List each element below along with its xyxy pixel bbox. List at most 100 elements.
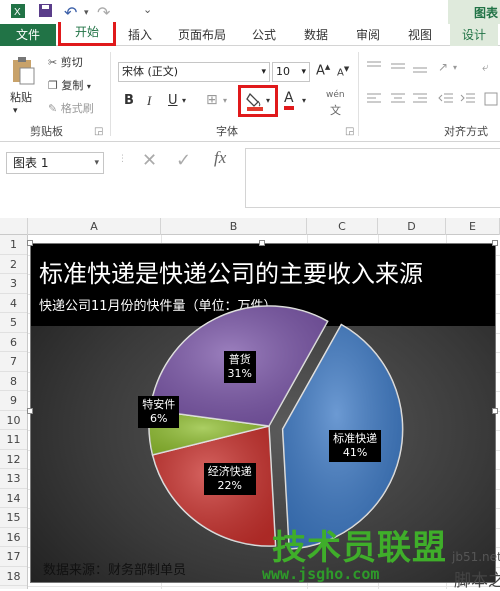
font-name-select[interactable]: 宋体 (正文) ▾ — [118, 62, 270, 82]
row-header[interactable]: 14 — [0, 489, 27, 508]
format-painter-button[interactable]: ✎ 格式刷 — [48, 100, 94, 116]
top-align-icon[interactable] — [366, 60, 382, 77]
align-center-icon[interactable] — [390, 92, 406, 109]
font-color-dropdown-icon[interactable]: ▾ — [302, 96, 306, 105]
row-header[interactable]: 2 — [0, 255, 27, 274]
bold-button[interactable]: B — [124, 93, 134, 108]
row-header[interactable]: 12 — [0, 450, 27, 469]
data-label[interactable]: 普货 31% — [223, 350, 256, 383]
undo-icon[interactable]: ↶ — [64, 3, 77, 22]
copy-button[interactable]: ❐ 复制 ▾ — [48, 77, 91, 93]
tab-review[interactable]: 审阅 — [350, 24, 386, 46]
row-header[interactable]: 4 — [0, 294, 27, 313]
column-header-d[interactable]: D — [378, 218, 446, 235]
row-header[interactable]: 7 — [0, 352, 27, 372]
row-header[interactable]: 5 — [0, 313, 27, 333]
paste-dropdown-icon[interactable]: ▾ — [13, 106, 18, 116]
merge-center-icon[interactable] — [484, 92, 498, 109]
font-launcher-icon[interactable]: ◲ — [345, 126, 354, 137]
undo-dropdown-icon[interactable]: ▾ — [84, 8, 89, 18]
row-header[interactable]: 17 — [0, 547, 27, 567]
italic-button[interactable]: I — [147, 93, 151, 109]
chart-resize-handle[interactable] — [492, 408, 498, 414]
paste-icon[interactable] — [10, 56, 36, 89]
font-size-value: 10 — [276, 65, 290, 78]
row-header[interactable]: 13 — [0, 469, 27, 489]
fill-color-dropdown-icon[interactable]: ▾ — [266, 96, 270, 105]
middle-align-icon[interactable] — [390, 60, 406, 77]
chart-resize-handle[interactable] — [27, 408, 33, 414]
save-icon[interactable] — [38, 3, 53, 22]
align-left-icon[interactable] — [366, 92, 382, 109]
tab-insert[interactable]: 插入 — [122, 24, 158, 46]
data-label-category: 特安件 — [142, 398, 176, 412]
redo-icon[interactable]: ↷ — [97, 3, 110, 22]
row-header[interactable]: 1 — [0, 235, 27, 255]
orientation-dropdown-icon[interactable]: ▾ — [453, 63, 457, 72]
column-header-e[interactable]: E — [446, 218, 500, 235]
enter-icon[interactable]: ✓ — [176, 150, 191, 171]
data-label[interactable]: 标准快递 41% — [329, 429, 382, 462]
tab-file[interactable]: 文件 — [0, 24, 56, 46]
data-label[interactable]: 特安件 6% — [138, 396, 180, 429]
name-box[interactable]: 图表 1 ▾ — [6, 152, 104, 174]
tab-home[interactable]: 开始 — [58, 22, 116, 46]
clipboard-launcher-icon[interactable]: ◲ — [94, 126, 103, 137]
font-group-label: 字体 — [216, 125, 238, 138]
tab-design[interactable]: 设计 — [450, 24, 498, 46]
increase-indent-icon[interactable] — [460, 92, 476, 109]
cut-button[interactable]: ✂ 剪切 — [48, 54, 83, 70]
row-header[interactable]: 18 — [0, 567, 27, 586]
row-header[interactable]: 16 — [0, 528, 27, 547]
orientation-icon[interactable]: ↗ — [438, 60, 448, 74]
tab-view[interactable]: 视图 — [402, 24, 438, 46]
font-color-button[interactable]: A — [284, 91, 294, 110]
insert-function-icon[interactable]: fx — [214, 148, 226, 168]
formula-bar-grip-icon[interactable]: ⋮ — [118, 154, 127, 164]
row-header[interactable]: 11 — [0, 430, 27, 450]
customize-qat-icon[interactable]: ⌄ — [143, 3, 152, 16]
column-header-c[interactable]: C — [307, 218, 378, 235]
wrap-text-icon[interactable]: ⤶ — [482, 60, 489, 75]
row-header[interactable]: 8 — [0, 372, 27, 391]
chart-resize-handle[interactable] — [259, 240, 265, 246]
brush-icon: ✎ — [48, 102, 58, 115]
row-header[interactable]: 10 — [0, 411, 27, 430]
borders-icon[interactable]: ⊞ — [206, 92, 218, 108]
row-header[interactable]: 15 — [0, 508, 27, 528]
align-right-icon[interactable] — [412, 92, 428, 109]
tab-data[interactable]: 数据 — [298, 24, 334, 46]
column-header-b[interactable]: B — [161, 218, 307, 235]
data-label-category: 标准快递 — [333, 431, 378, 445]
decrease-indent-icon[interactable] — [438, 92, 454, 109]
row-header[interactable]: 3 — [0, 274, 27, 294]
select-all-corner[interactable] — [0, 218, 28, 235]
fill-color-bucket-icon[interactable] — [246, 90, 264, 115]
font-size-select[interactable]: 10 ▾ — [272, 62, 310, 82]
row-header[interactable]: 9 — [0, 391, 27, 411]
data-label-percent: 31% — [227, 366, 252, 380]
row-header[interactable]: 6 — [0, 333, 27, 352]
watermark-site-name: 脚本之家 — [454, 571, 500, 591]
phonetic-guide-button[interactable]: wén — [326, 90, 345, 100]
underline-button[interactable]: U — [168, 93, 178, 108]
chart-resize-handle[interactable] — [27, 240, 33, 246]
chart-resize-handle[interactable] — [492, 240, 498, 246]
shrink-font-button[interactable]: A▼ — [337, 65, 349, 78]
column-header-a[interactable]: A — [28, 218, 161, 235]
cancel-icon[interactable]: ✕ — [142, 150, 157, 171]
tab-page-layout[interactable]: 页面布局 — [174, 24, 230, 46]
tab-formulas[interactable]: 公式 — [246, 24, 282, 46]
borders-dropdown-icon[interactable]: ▾ — [223, 96, 227, 105]
underline-dropdown-icon[interactable]: ▾ — [182, 96, 186, 105]
copy-icon: ❐ — [48, 79, 58, 92]
watermark-site: jb51.net — [452, 550, 500, 564]
paste-button-label[interactable]: 粘贴 — [10, 89, 32, 105]
data-label[interactable]: 经济快递 22% — [203, 463, 256, 496]
data-label-percent: 22% — [217, 479, 242, 493]
chart-source-note[interactable]: 数据来源：财务部制单员 — [43, 559, 186, 578]
formula-input[interactable] — [245, 148, 500, 208]
grow-font-label: A — [316, 63, 325, 79]
grow-font-button[interactable]: A▲ — [316, 63, 330, 78]
bottom-align-icon[interactable] — [412, 60, 428, 77]
